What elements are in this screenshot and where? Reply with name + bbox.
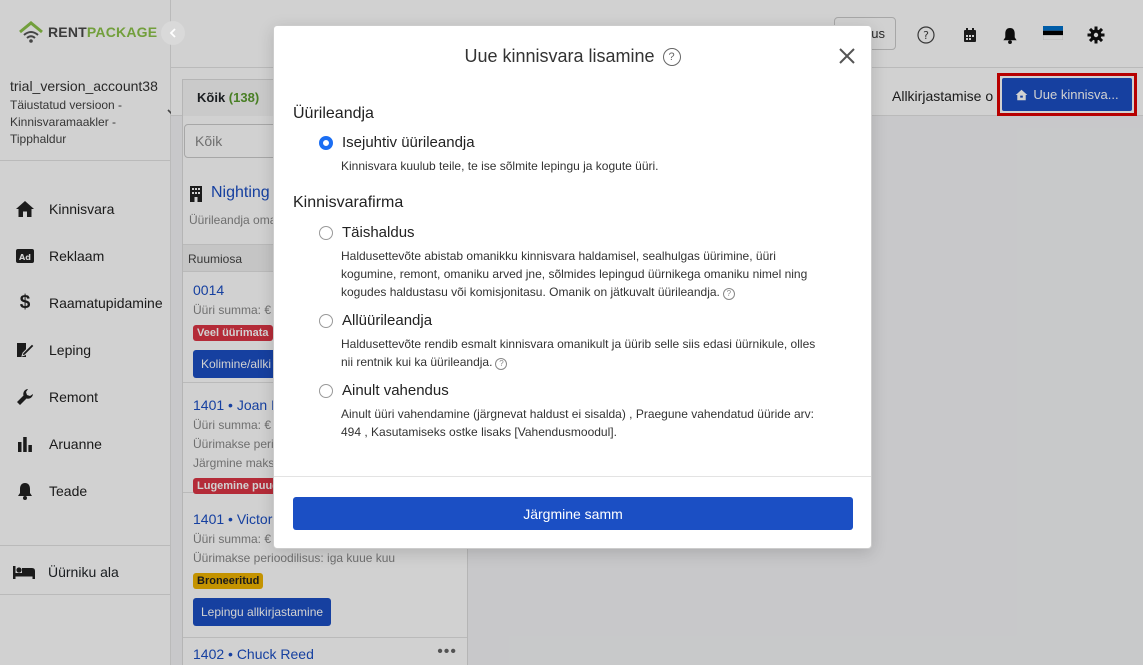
section-landlord: Üürileandja: [293, 105, 374, 122]
radio-selected[interactable]: [319, 135, 333, 150]
sidebar-collapse-button[interactable]: [161, 21, 185, 45]
radio-unselected[interactable]: [319, 225, 333, 240]
help-icon[interactable]: ?: [662, 48, 681, 66]
option-self-managed-landlord[interactable]: Isejuhtiv üürileandja Kinnisvara kuulub …: [319, 134, 819, 175]
option-description: Haldusettevõte rendib esmalt kinnisvara …: [341, 337, 816, 370]
close-icon[interactable]: [835, 42, 859, 68]
help-icon[interactable]: ?: [495, 358, 508, 370]
option-description: Ainult üüri vahendamine (järgnevat haldu…: [341, 407, 814, 439]
new-property-modal: Uue kinnisvara lisamine? Üürileandja Ise…: [273, 25, 872, 549]
next-step-button[interactable]: Järgmine samm: [293, 497, 853, 530]
option-brokerage-only[interactable]: Ainult vahendus Ainult üüri vahendamine …: [319, 382, 819, 441]
section-property-company: Kinnisvarafirma: [293, 194, 404, 211]
option-full-management[interactable]: Täishaldus Haldusettevõte abistab omanik…: [319, 224, 819, 301]
radio-unselected[interactable]: [319, 313, 333, 328]
chevron-left-icon: [169, 28, 176, 38]
help-icon[interactable]: ?: [722, 288, 735, 300]
option-sublessor[interactable]: Allüürileandja Haldusettevõte rendib esm…: [319, 312, 819, 371]
radio-unselected[interactable]: [319, 383, 333, 398]
modal-title: Uue kinnisvara lisamine?: [274, 46, 871, 67]
option-description: Kinnisvara kuulub teile, te ise sõlmite …: [341, 159, 659, 173]
divider: [274, 476, 871, 477]
option-description: Haldusettevõte abistab omanikku kinnisva…: [341, 249, 808, 300]
